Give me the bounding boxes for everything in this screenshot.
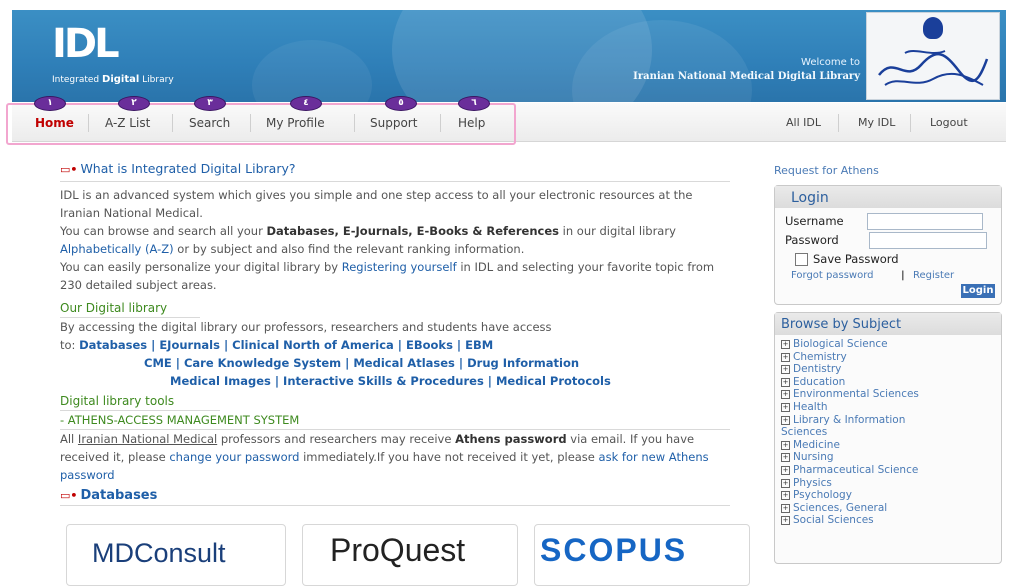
annotation-number-4: ٤ xyxy=(290,96,322,111)
intro-paragraph-1: IDL is an advanced system which gives yo… xyxy=(60,188,693,220)
subject-item-biological-science[interactable]: + Biological Science xyxy=(775,338,1001,351)
databases-heading: Databases xyxy=(80,488,158,503)
expand-plus-icon[interactable]: + xyxy=(781,465,790,475)
login-button[interactable]: Login xyxy=(961,284,995,298)
subject-item-education[interactable]: + Education xyxy=(775,376,1001,389)
annotation-number-5: ٥ xyxy=(385,96,417,111)
register-link[interactable]: Register xyxy=(913,270,954,281)
resource-links-row-2[interactable]: CME | Care Knowledge System | Medical At… xyxy=(60,354,730,372)
subject-item-physics[interactable]: + Physics xyxy=(775,477,1001,490)
login-title: Login xyxy=(775,186,1001,208)
proquest-logo: ProQuest xyxy=(330,532,466,568)
nav-annotation-highlight xyxy=(6,103,516,145)
change-password-link[interactable]: change your password xyxy=(169,450,299,464)
subject-item-chemistry[interactable]: + Chemistry xyxy=(775,351,1001,364)
alphabetically-link[interactable]: Alphabetically (A-Z) xyxy=(60,242,174,256)
main-content: ▭• What is Integrated Digital Library? ID… xyxy=(60,160,730,506)
athens-heading: - ATHENS-ACCESS MANAGEMENT SYSTEM xyxy=(60,411,730,430)
password-label: Password xyxy=(785,233,839,247)
annotation-number-3: ٣ xyxy=(194,96,226,111)
expand-plus-icon[interactable]: + xyxy=(781,365,790,375)
logo-tagline: Integrated Digital Library xyxy=(52,74,174,85)
subject-item-social-sciences[interactable]: + Social Sciences xyxy=(775,514,1001,527)
subject-item-health[interactable]: + Health xyxy=(775,401,1001,414)
welcome-text: Welcome to Iranian National Medical Digi… xyxy=(633,57,860,82)
expand-plus-icon[interactable]: + xyxy=(781,352,790,362)
athens-paragraph: All Iranian National Medical professors … xyxy=(60,432,709,482)
subject-item-medicine[interactable]: + Medicine xyxy=(775,439,1001,452)
expand-plus-icon[interactable]: + xyxy=(781,503,790,513)
forgot-password-link[interactable]: Forgot password xyxy=(791,270,874,281)
logo-mark: IDL xyxy=(52,21,120,67)
nav-logout[interactable]: Logout xyxy=(930,116,968,129)
password-input[interactable] xyxy=(869,232,987,249)
expand-plus-icon[interactable]: + xyxy=(781,440,790,450)
intro-paragraph-2: You can browse and search all your Datab… xyxy=(60,224,676,256)
annotation-number-1: ١ xyxy=(34,96,66,111)
persian-calligraphy-logo xyxy=(878,50,989,86)
subject-item-sciences-general[interactable]: + Sciences, General xyxy=(775,502,1001,515)
expand-plus-icon[interactable]: + xyxy=(781,415,790,425)
expand-plus-icon[interactable]: + xyxy=(781,491,790,501)
expand-plus-icon[interactable]: + xyxy=(781,516,790,526)
subject-item-environmental-sciences[interactable]: + Environmental Sciences xyxy=(775,388,1001,401)
expand-plus-icon[interactable]: + xyxy=(781,390,790,400)
save-password-checkbox[interactable] xyxy=(795,253,808,266)
section-bullet-icon: ▭• xyxy=(60,489,78,502)
expand-plus-icon[interactable]: + xyxy=(781,377,790,387)
expand-plus-icon[interactable]: + xyxy=(781,340,790,349)
resource-links-row-3[interactable]: Medical Images | Interactive Skills & Pr… xyxy=(60,372,730,390)
scopus-logo: SCOPUS xyxy=(540,532,688,568)
subject-item-pharmaceutical-science[interactable]: + Pharmaceutical Science xyxy=(775,464,1001,477)
annotation-number-6: ٦ xyxy=(458,96,490,111)
expand-plus-icon[interactable]: + xyxy=(781,453,790,463)
nav-my-idl[interactable]: My IDL xyxy=(858,116,895,129)
nav-all-idl[interactable]: All IDL xyxy=(786,116,821,129)
request-athens-link[interactable]: Request for Athens xyxy=(774,164,879,177)
expand-plus-icon[interactable]: + xyxy=(781,402,790,412)
site-header: IDL Integrated Digital Library Welcome t… xyxy=(12,10,1006,102)
idl-logo[interactable]: IDL Integrated Digital Library xyxy=(52,24,174,85)
expand-plus-icon[interactable]: + xyxy=(781,478,790,488)
subject-item-nursing[interactable]: + Nursing xyxy=(775,451,1001,464)
login-panel: Login Username Password Save Password Fo… xyxy=(774,185,1002,305)
subject-item-psychology[interactable]: + Psychology xyxy=(775,489,1001,502)
iran-seal-icon xyxy=(923,17,943,39)
username-label: Username xyxy=(785,214,844,228)
our-library-heading: Our Digital library xyxy=(60,301,168,315)
tools-heading: Digital library tools xyxy=(60,394,175,408)
resource-links-row-1[interactable]: Databases | EJournals | Clinical North o… xyxy=(79,338,493,352)
register-yourself-link[interactable]: Registering yourself xyxy=(342,260,457,274)
subject-item-dentistry[interactable]: + Dentistry xyxy=(775,363,1001,376)
subject-item-library-information[interactable]: + Library & Information Sciences xyxy=(775,414,951,439)
section-bullet-icon: ▭• xyxy=(60,163,78,176)
annotation-number-2: ٢ xyxy=(118,96,150,111)
ministry-emblem-image xyxy=(866,12,1000,100)
mdconsult-logo: MDConsult xyxy=(92,538,226,568)
intro-heading: What is Integrated Digital Library? xyxy=(80,161,296,176)
our-library-text: By accessing the digital library our pro… xyxy=(60,320,552,334)
browse-by-subject-panel: Browse by Subject + Biological Science + C… xyxy=(774,312,1002,564)
username-input[interactable] xyxy=(867,213,983,230)
browse-title: Browse by Subject xyxy=(775,313,1001,335)
save-password-label: Save Password xyxy=(813,252,899,266)
intro-paragraph-3: You can easily personalize your digital … xyxy=(60,260,715,292)
